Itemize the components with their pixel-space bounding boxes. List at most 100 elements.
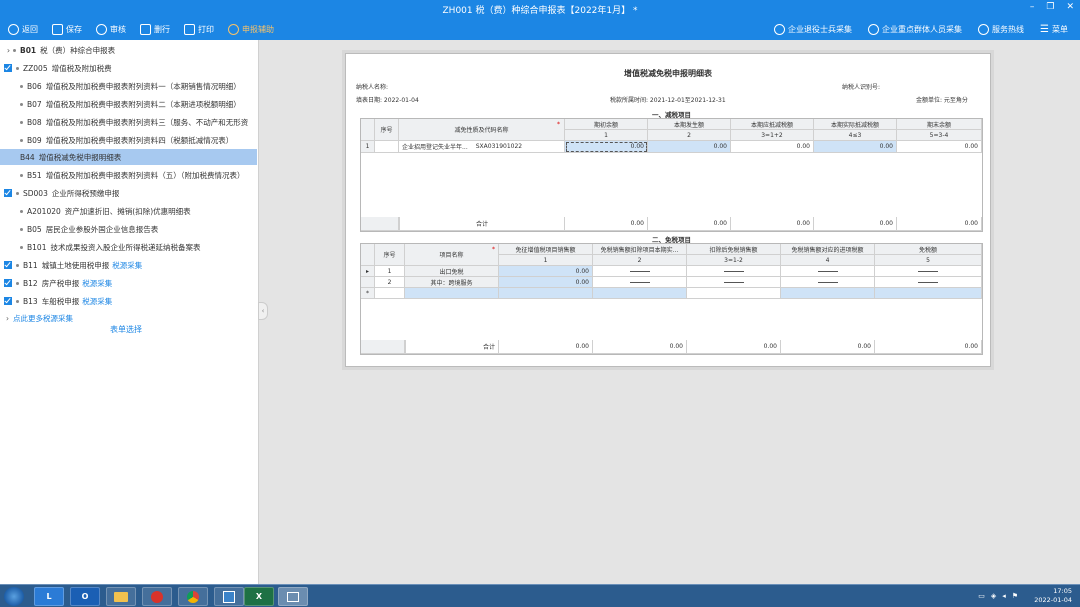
tree-item-b07[interactable]: B07 增值税及附加税费申报表附列资料二（本期进项税额明细）	[0, 96, 257, 112]
taskbar-app-tax[interactable]	[214, 587, 244, 606]
table-row[interactable]: 2 其中：跨境服务 0.00	[361, 277, 982, 288]
tree-item-b51[interactable]: B51 增值税及附加税费申报表附列资料（五）（附加税费情况表）	[0, 167, 257, 183]
tree-item-b08[interactable]: B08 增值税及附加税费申报表附列资料三（服务、不动产和无形资	[0, 114, 257, 130]
tree-item-b11[interactable]: B11 城镇土地使用税申报 税源采集	[0, 257, 257, 273]
exempt-sales-input[interactable]: 0.00	[499, 266, 593, 277]
exempt-sales-input[interactable]: 0.00	[499, 277, 593, 288]
tree-item-b06[interactable]: B06 增值税及附加税费申报表附列资料一（本期销售情况明细）	[0, 78, 257, 94]
new-row-indicator: *	[361, 288, 375, 299]
trash-icon	[140, 23, 151, 35]
flag-icon[interactable]: ⚑	[1012, 592, 1018, 600]
bullet-icon	[16, 263, 19, 267]
clear-button[interactable]: 删行	[140, 23, 170, 35]
tree-item-sd003[interactable]: SD003 企业所得税预缴申报	[0, 185, 257, 201]
keyboard-icon[interactable]: ▭	[978, 592, 985, 600]
minimize-icon[interactable]: –	[1030, 2, 1035, 12]
tree-item-b09[interactable]: B09 增值税及附加税费申报表附列资料四（税额抵减情况表）	[0, 132, 257, 148]
bullet-icon	[20, 120, 23, 124]
table-row[interactable]: 1 企业招用登记失业半年... SXA031901022 0.00 0.00 0.…	[361, 141, 982, 153]
taskbar-app-excel[interactable]: X	[244, 587, 274, 606]
chevron-right-icon: ›	[6, 313, 9, 323]
bullet-icon	[16, 299, 19, 303]
network-icon[interactable]: ◈	[991, 592, 996, 600]
windows-start-icon[interactable]	[4, 587, 24, 606]
veteran-collect-button[interactable]: 企业退役士兵采集	[774, 23, 852, 35]
taskbar-app-l[interactable]: L	[34, 587, 64, 606]
window-controls: – ❐ ✕	[1030, 2, 1074, 12]
clock[interactable]: 17:05 2022-01-04	[1034, 587, 1072, 605]
col-header-4: 免税销售额对应的进项税额 4	[781, 244, 875, 266]
exemption-table: 序号 项目名称 * 免征增值税项目销售额 1 免税销售额扣除项目本期实... 2 …	[360, 243, 983, 355]
col-header-2: 本期发生额 2	[648, 119, 731, 141]
toolbar: 返回 保存 审核 删行 打印 申报辅助 企业退役士兵采集 企业重点群体人员采集 …	[0, 18, 1080, 40]
fill-date: 填表日期: 2022-01-04	[356, 97, 419, 104]
chrome-icon	[187, 590, 199, 603]
hotline-button[interactable]: 服务热线	[978, 23, 1024, 35]
checkbox-icon[interactable]	[4, 189, 12, 197]
total-row: 合计 0.00 0.00 0.00 0.00 0.00	[361, 217, 982, 231]
taskbar-app-outlook[interactable]: O	[70, 587, 100, 606]
new-row[interactable]: *	[361, 288, 982, 299]
new-item-input[interactable]	[405, 288, 499, 299]
tree-item-a201020[interactable]: A201020 资产加速折旧、摊销(扣除)优惠明细表	[0, 203, 257, 219]
table-row[interactable]: ▸ 1 出口免税 0.00	[361, 266, 982, 277]
tree-item-b01[interactable]: › B01 税（费）种综合申报表	[0, 42, 257, 58]
dash-mark	[723, 270, 744, 272]
tax-source-link[interactable]: 税源采集	[82, 296, 112, 307]
taskbar-app-chrome[interactable]	[178, 587, 208, 606]
expand-icon[interactable]: ›	[4, 46, 13, 55]
restore-icon[interactable]: ❐	[1046, 2, 1054, 12]
menu-button[interactable]: ☰ 菜单	[1040, 24, 1068, 35]
col-header-5: 期末余额 5=3-4	[897, 119, 982, 141]
tree-item-zz005[interactable]: ZZ005 增值税及附加税费	[0, 60, 257, 76]
checkbox-icon[interactable]	[4, 297, 12, 305]
bullet-icon	[20, 173, 23, 177]
dash-mark	[918, 281, 938, 283]
tax-source-link[interactable]: 税源采集	[112, 260, 142, 271]
taxpayer-name-label: 纳税人名称:	[356, 84, 389, 91]
tree-item-b05[interactable]: B05 居民企业参股外国企业信息报告表	[0, 221, 257, 237]
total-cell: 0.00	[648, 217, 731, 231]
opening-balance-input[interactable]: 0.00	[565, 141, 648, 153]
assist-button[interactable]: 申报辅助	[228, 23, 274, 35]
title-bar: ZH001 税（费）种综合申报表【2022年1月】 * – ❐ ✕	[0, 0, 1080, 18]
back-arrow-icon	[8, 23, 19, 35]
item-name-cell: 出口免税	[405, 266, 499, 277]
bullet-icon	[13, 48, 16, 52]
bullet-icon	[20, 209, 23, 213]
total-cell: 0.00	[897, 217, 982, 231]
save-button[interactable]: 保存	[52, 23, 82, 35]
print-button[interactable]: 打印	[184, 23, 214, 35]
back-button[interactable]: 返回	[8, 23, 38, 35]
checkbox-icon[interactable]	[4, 261, 12, 269]
tree-item-b13[interactable]: B13 车船税申报 税源采集	[0, 293, 257, 309]
taskbar-app-active[interactable]	[278, 587, 308, 606]
tree-item-b12[interactable]: B12 房产税申报 税源采集	[0, 275, 257, 291]
key-group-collect-button[interactable]: 企业重点群体人员采集	[868, 23, 962, 35]
deductible-cell: 0.00	[731, 141, 814, 153]
more-tax-source-link[interactable]: › 点此更多税源采集	[6, 311, 73, 325]
tax-source-link[interactable]: 税源采集	[82, 278, 112, 289]
checkbox-icon[interactable]	[4, 64, 12, 72]
volume-icon[interactable]: ◂	[1002, 592, 1006, 600]
total-cell: 0.00	[593, 340, 687, 354]
window-icon	[287, 591, 299, 602]
checkbox-icon[interactable]	[4, 279, 12, 287]
closing-balance-cell: 0.00	[897, 141, 982, 153]
tree-item-b101[interactable]: B101 技术成果投资入股企业所得税递延纳税备案表	[0, 239, 257, 255]
row-indicator	[361, 277, 375, 288]
report-document: 增值税减免税申报明细表 纳税人名称: 纳税人识别号: 填表日期: 2022-01…	[345, 53, 991, 367]
reduction-type-cell[interactable]: 企业招用登记失业半年... SXA031901022	[399, 141, 565, 153]
close-icon[interactable]: ✕	[1066, 2, 1074, 12]
form-select-link[interactable]: 表单选择	[110, 324, 142, 335]
tax-period: 税款所属时间: 2021-12-01至2021-12-31	[610, 97, 726, 104]
sidebar-collapse-handle[interactable]: ‹	[258, 302, 268, 320]
current-amount-input[interactable]: 0.00	[648, 141, 731, 153]
col-header-4: 本期实际抵减税额 4≤3	[814, 119, 897, 141]
taskbar-app-explorer[interactable]	[106, 587, 136, 606]
review-button[interactable]: 审核	[96, 23, 126, 35]
col-header-2: 免税销售额扣除项目本期实... 2	[593, 244, 687, 266]
actual-deduction-input[interactable]: 0.00	[814, 141, 897, 153]
taskbar-app-red[interactable]	[142, 587, 172, 606]
tree-item-b44[interactable]: B44 增值税减免税申报明细表	[0, 149, 257, 165]
